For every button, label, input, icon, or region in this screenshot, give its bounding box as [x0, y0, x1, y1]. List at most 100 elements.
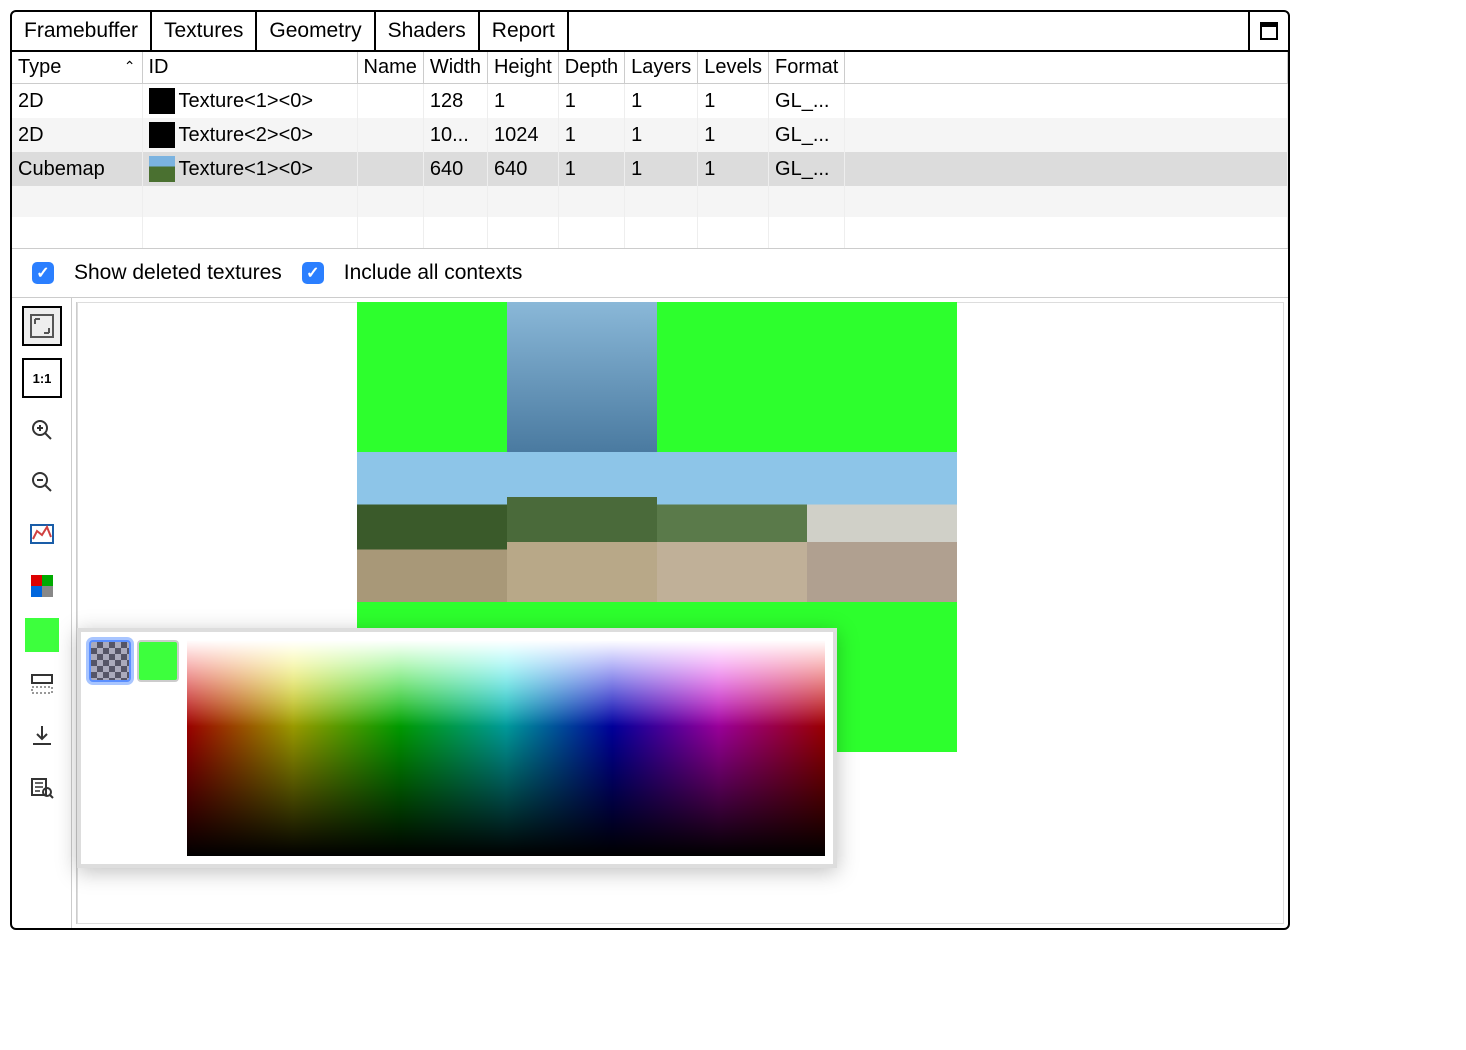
cubemap-face-front	[507, 452, 657, 602]
tabs-spacer	[569, 12, 1248, 50]
cell-height: 1	[487, 84, 558, 119]
cell-height: 1024	[487, 118, 558, 152]
fit-to-window-button[interactable]	[22, 306, 62, 346]
column-label: Type	[18, 56, 61, 78]
tab-framebuffer[interactable]: Framebuffer	[12, 12, 152, 50]
table-header-row: Type⌃ ID Name Width Height Depth Layers …	[12, 52, 1288, 84]
texture-id-text: Texture<2><0>	[179, 124, 314, 147]
save-image-button[interactable]	[22, 716, 62, 756]
cell-type: 2D	[12, 118, 142, 152]
cell-height: 640	[487, 152, 558, 186]
histogram-button[interactable]	[22, 514, 62, 554]
cell-name	[357, 118, 423, 152]
column-header-depth[interactable]: Depth	[558, 52, 624, 84]
inspect-icon	[29, 775, 55, 801]
texture-thumbnail	[149, 88, 175, 114]
cell-format: GL_...	[769, 152, 845, 186]
flip-vertical-button[interactable]	[22, 664, 62, 704]
cell-levels: 1	[698, 118, 769, 152]
cell-layers: 1	[625, 118, 698, 152]
cubemap-face-left	[357, 452, 507, 602]
column-header-width[interactable]: Width	[423, 52, 487, 84]
table-row[interactable]: CubemapTexture<1><0>640640111GL_...	[12, 152, 1288, 186]
gradient-highlight	[187, 640, 825, 856]
color-gradient-area[interactable]	[187, 640, 825, 856]
column-header-format[interactable]: Format	[769, 52, 845, 84]
column-header-name[interactable]: Name	[357, 52, 423, 84]
column-header-id[interactable]: ID	[142, 52, 357, 84]
viewer-toolbar: 1:1	[12, 298, 72, 928]
cell-spacer	[845, 118, 1288, 152]
cell-layers: 1	[625, 152, 698, 186]
tab-shaders[interactable]: Shaders	[376, 12, 480, 50]
cell-spacer	[845, 152, 1288, 186]
texture-id-text: Texture<1><0>	[179, 90, 314, 113]
zoom-out-icon	[29, 469, 55, 495]
texture-id-text: Texture<1><0>	[179, 158, 314, 181]
texture-thumbnail	[149, 156, 175, 182]
inspect-pixel-button[interactable]	[22, 768, 62, 808]
texture-viewer-window: Framebuffer Textures Geometry Shaders Re…	[10, 10, 1290, 930]
histogram-icon	[29, 521, 55, 547]
include-all-checkbox[interactable]: ✓	[302, 262, 324, 284]
cell-width: 640	[423, 152, 487, 186]
flip-icon	[29, 671, 55, 697]
color-channels-button[interactable]	[22, 566, 62, 606]
main-tabs: Framebuffer Textures Geometry Shaders Re…	[12, 12, 1288, 52]
cell-depth: 1	[558, 118, 624, 152]
column-header-levels[interactable]: Levels	[698, 52, 769, 84]
zoom-1to1-button[interactable]: 1:1	[22, 358, 62, 398]
download-icon	[29, 723, 55, 749]
column-header-height[interactable]: Height	[487, 52, 558, 84]
zoom-out-button[interactable]	[22, 462, 62, 502]
checker-background-button[interactable]	[89, 640, 131, 682]
picker-mode-group	[89, 640, 179, 856]
cell-width: 128	[423, 84, 487, 119]
zoom-in-button[interactable]	[22, 410, 62, 450]
textures-table-wrap: Type⌃ ID Name Width Height Depth Layers …	[12, 52, 1288, 249]
maximize-panel-button[interactable]	[1248, 12, 1288, 50]
column-header-layers[interactable]: Layers	[625, 52, 698, 84]
solid-background-button[interactable]	[137, 640, 179, 682]
cell-spacer	[845, 84, 1288, 119]
svg-text:1:1: 1:1	[32, 371, 51, 386]
cell-id: Texture<2><0>	[142, 118, 357, 152]
cubemap-face-blank	[357, 302, 507, 452]
cell-levels: 1	[698, 152, 769, 186]
cubemap-face-blank	[657, 302, 807, 452]
tab-textures[interactable]: Textures	[152, 12, 257, 50]
color-picker-popup	[77, 628, 837, 868]
cell-type: 2D	[12, 84, 142, 119]
maximize-icon	[1260, 22, 1278, 40]
cell-format: GL_...	[769, 118, 845, 152]
1to1-icon: 1:1	[29, 365, 55, 391]
column-header-type[interactable]: Type ⌃	[12, 52, 142, 84]
options-row: ✓ Show deleted textures ✓ Include all co…	[12, 249, 1288, 297]
cubemap-face-top	[507, 302, 657, 452]
cubemap-face-right	[657, 452, 807, 602]
cell-width: 10...	[423, 118, 487, 152]
include-all-label: Include all contexts	[344, 261, 523, 285]
textures-table: Type⌃ ID Name Width Height Depth Layers …	[12, 52, 1288, 248]
cell-id: Texture<1><0>	[142, 84, 357, 119]
cell-levels: 1	[698, 84, 769, 119]
show-deleted-label: Show deleted textures	[74, 261, 282, 285]
cell-name	[357, 84, 423, 119]
zoom-in-icon	[29, 417, 55, 443]
cell-layers: 1	[625, 84, 698, 119]
tab-geometry[interactable]: Geometry	[257, 12, 375, 50]
cubemap-face-back	[807, 452, 957, 602]
cubemap-face-blank	[807, 302, 957, 452]
tab-report[interactable]: Report	[480, 12, 569, 50]
table-row-empty	[12, 217, 1288, 248]
table-row[interactable]: 2DTexture<2><0>10...1024111GL_...	[12, 118, 1288, 152]
show-deleted-checkbox[interactable]: ✓	[32, 262, 54, 284]
sort-caret-icon: ⌃	[124, 58, 136, 75]
fit-icon	[29, 313, 55, 339]
channels-icon	[29, 573, 55, 599]
texture-thumbnail	[149, 122, 175, 148]
column-header-spacer	[845, 52, 1288, 84]
cell-id: Texture<1><0>	[142, 152, 357, 186]
background-color-button[interactable]	[25, 618, 59, 652]
table-row[interactable]: 2DTexture<1><0>1281111GL_...	[12, 84, 1288, 119]
